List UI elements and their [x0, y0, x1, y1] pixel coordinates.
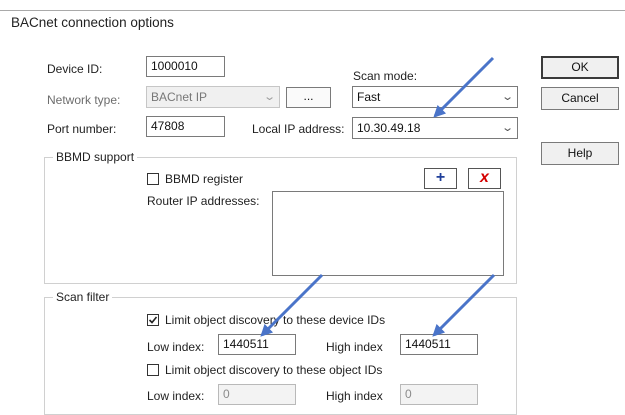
bbmd-register-label: BBMD register: [165, 172, 244, 186]
object-limit-label: Limit object discovery to these object I…: [165, 363, 383, 377]
device-high-index-label: High index: [326, 340, 383, 354]
cancel-button[interactable]: Cancel: [541, 87, 619, 110]
red-x-icon: x: [480, 169, 489, 186]
scan-mode-label: Scan mode:: [353, 69, 418, 83]
network-type-value: BACnet IP: [151, 90, 208, 104]
network-type-label: Network type:: [47, 93, 121, 107]
scan-mode-select[interactable]: Fast ⌄: [352, 86, 518, 108]
chevron-down-icon: ⌄: [500, 91, 514, 103]
checkmark-icon: [148, 316, 158, 324]
device-low-index-input[interactable]: 1440511: [218, 334, 296, 355]
device-low-index-label: Low index:: [147, 340, 205, 354]
network-browse-button[interactable]: ...: [286, 87, 331, 108]
scan-filter-legend: Scan filter: [53, 290, 113, 304]
bbmd-support-legend: BBMD support: [53, 150, 138, 164]
device-id-label: Device ID:: [47, 62, 103, 76]
object-low-index-input[interactable]: 0: [218, 384, 296, 405]
object-low-index-label: Low index:: [147, 389, 205, 403]
object-limit-checkbox[interactable]: [147, 364, 159, 376]
dialog-title: BACnet connection options: [11, 15, 174, 30]
local-ip-value: 10.30.49.18: [357, 121, 421, 135]
ok-button[interactable]: OK: [541, 56, 619, 79]
bbmd-register-checkbox[interactable]: [147, 173, 159, 185]
add-router-button[interactable]: +: [424, 168, 457, 189]
remove-router-button[interactable]: x: [468, 168, 501, 189]
device-id-input[interactable]: 1000010: [146, 56, 225, 77]
help-button[interactable]: Help: [541, 142, 619, 165]
scan-mode-value: Fast: [357, 90, 381, 104]
object-high-index-input[interactable]: 0: [400, 384, 478, 405]
chevron-down-icon: ⌄: [262, 91, 276, 103]
plus-icon: +: [435, 169, 446, 186]
device-limit-checkbox[interactable]: [147, 314, 159, 326]
device-limit-label: Limit object discovery to these device I…: [165, 313, 386, 327]
device-high-index-input[interactable]: 1440511: [400, 334, 478, 355]
router-ip-label: Router IP addresses:: [147, 194, 260, 208]
port-number-input[interactable]: 47808: [146, 116, 225, 137]
network-type-select: BACnet IP ⌄: [146, 86, 280, 108]
window-top-border: [0, 10, 625, 11]
object-high-index-label: High index: [326, 389, 383, 403]
local-ip-label: Local IP address:: [252, 122, 345, 136]
port-number-label: Port number:: [47, 122, 117, 136]
router-ip-list[interactable]: [272, 191, 504, 276]
local-ip-select[interactable]: 10.30.49.18 ⌄: [352, 117, 518, 139]
chevron-down-icon: ⌄: [500, 122, 514, 134]
